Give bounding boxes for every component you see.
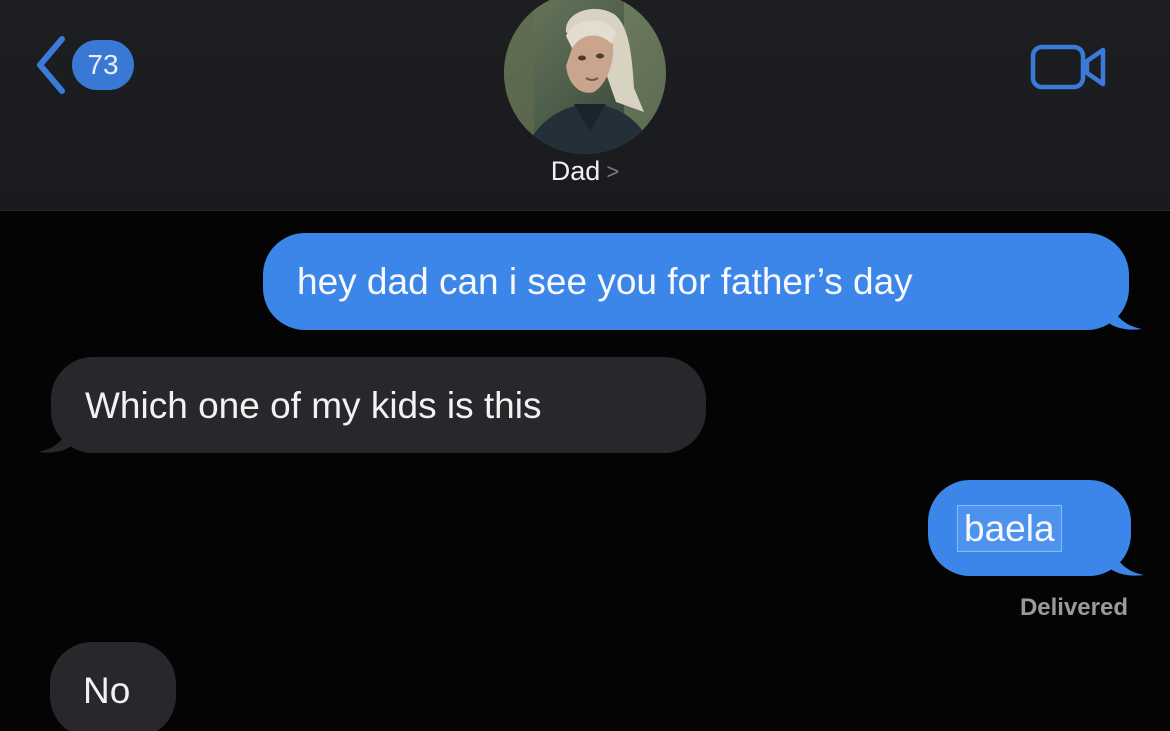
messages-screen: 73 Dad > hey dad can i see you for fathe… (0, 0, 1170, 731)
contact-name: Dad (550, 156, 601, 186)
chevron-right-icon: > (606, 158, 620, 184)
contact-name-row[interactable]: Dad > (503, 156, 667, 187)
video-camera-icon (1030, 44, 1108, 94)
message-text: baela (957, 504, 1062, 552)
facetime-video-button[interactable] (1030, 44, 1108, 95)
message-bubble-received[interactable]: Which one of my kids is this (51, 357, 706, 453)
message-bubble-sent[interactable]: hey dad can i see you for father’s day (263, 233, 1129, 330)
message-text: hey dad can i see you for father’s day (297, 261, 913, 302)
message-text: No (83, 669, 131, 711)
contact-info[interactable]: Dad > (503, 0, 667, 187)
unread-count-badge: 73 (72, 40, 134, 90)
message-bubble-sent[interactable]: baela (928, 480, 1131, 576)
bubble-tail (1110, 546, 1144, 576)
message-bubble-received[interactable]: No (50, 642, 176, 731)
avatar[interactable] (504, 0, 666, 154)
chevron-left-icon (34, 35, 68, 95)
bubble-tail (38, 423, 72, 453)
message-text: Which one of my kids is this (85, 384, 542, 426)
bubble-tail (1108, 300, 1142, 330)
back-button[interactable]: 73 (34, 35, 134, 95)
delivered-status: Delivered (1019, 594, 1128, 621)
conversation-header: 73 Dad > (0, 0, 1170, 211)
